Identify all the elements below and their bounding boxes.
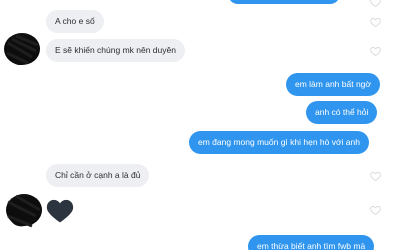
chat-thread: A cho e số E sẽ khiến chúng mk nên duyên…: [0, 0, 399, 250]
like-heart-icon[interactable]: [370, 17, 381, 27]
message-bubble-partial-top[interactable]: [228, 0, 340, 4]
incoming-message-2[interactable]: E sẽ khiến chúng mk nên duyên: [46, 39, 185, 62]
outgoing-message-2[interactable]: anh có thể hỏi: [306, 101, 378, 124]
like-heart-icon[interactable]: [370, 0, 381, 7]
outgoing-message-1[interactable]: em làm anh bất ngờ: [286, 73, 380, 96]
incoming-message-3[interactable]: Chỉ cần ở cạnh a là đủ: [46, 164, 150, 187]
outgoing-message-4[interactable]: em thừa biết anh tìm fwb mà: [248, 235, 375, 250]
contact-avatar[interactable]: [6, 194, 42, 228]
black-heart-emoji[interactable]: [46, 198, 74, 228]
incoming-message-1[interactable]: A cho e số: [46, 10, 104, 33]
like-heart-icon[interactable]: [370, 171, 381, 181]
outgoing-message-3[interactable]: em đang mong muốn gì khi hẹn hò với anh: [189, 131, 369, 154]
like-heart-icon[interactable]: [370, 205, 381, 215]
contact-avatar[interactable]: [4, 33, 40, 66]
like-heart-icon[interactable]: [370, 46, 381, 56]
